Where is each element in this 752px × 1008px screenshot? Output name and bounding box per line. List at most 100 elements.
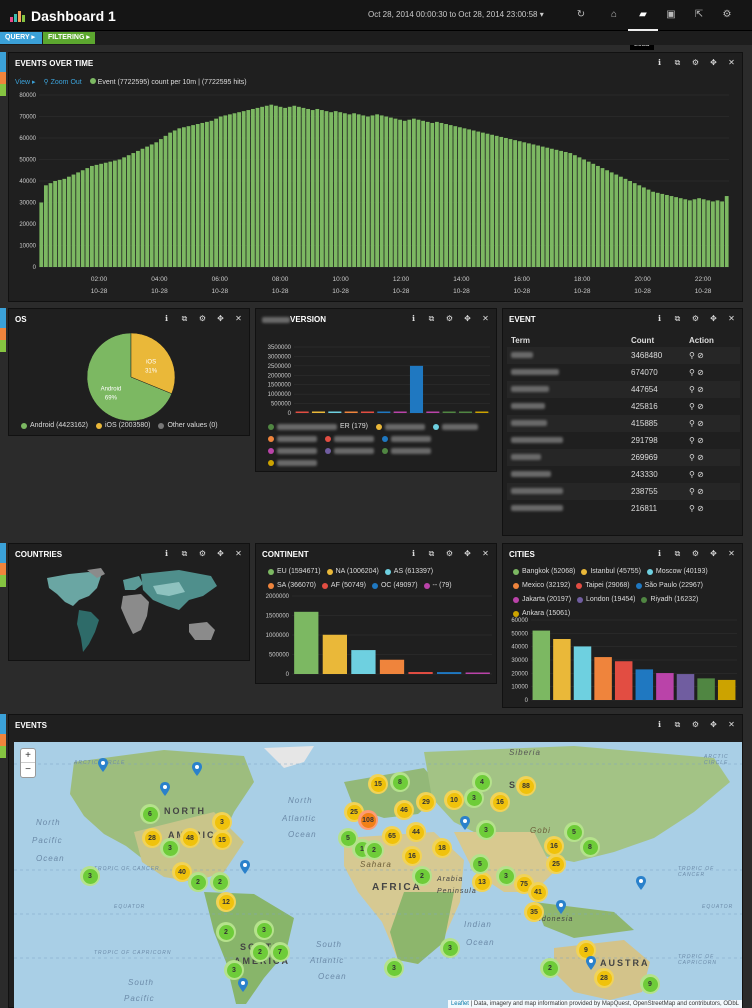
legend-item[interactable]: EU (1594671) <box>268 566 321 578</box>
histogram-bar[interactable] <box>218 116 223 268</box>
bar[interactable] <box>294 611 319 674</box>
map-cluster[interactable]: 3 <box>464 788 484 808</box>
bar[interactable] <box>311 411 326 414</box>
histogram-bar[interactable] <box>292 105 297 267</box>
histogram-bar[interactable] <box>646 189 651 267</box>
close-icon[interactable]: ✕ <box>727 58 736 68</box>
histogram-bar[interactable] <box>228 114 232 267</box>
map-cluster[interactable]: 8 <box>580 837 600 857</box>
histogram-bar[interactable] <box>246 110 251 267</box>
time-range-picker[interactable]: Oct 28, 2014 00:00:30 to Oct 28, 2014 23… <box>368 10 544 19</box>
histogram-bar[interactable] <box>182 127 186 267</box>
map-cluster[interactable]: 2 <box>412 866 432 886</box>
histogram-bar[interactable] <box>200 122 205 267</box>
map-cluster[interactable]: 2 <box>188 872 208 892</box>
events-over-time-chart[interactable]: 80000 70000 60000 50000 40000 30000 20000 10000… <box>9 89 742 299</box>
table-row[interactable]: 447654 ⚲ ⊘ <box>507 381 740 398</box>
move-icon[interactable]: ✥ <box>709 314 718 324</box>
map-cluster[interactable]: 3 <box>476 820 496 840</box>
legend-item[interactable]: iOS (2003580) <box>95 422 150 429</box>
map-cluster[interactable]: 3 <box>160 838 180 858</box>
histogram-bar[interactable] <box>425 121 430 267</box>
histogram-bar[interactable] <box>103 162 108 267</box>
histogram-bar[interactable] <box>651 191 655 267</box>
move-icon[interactable]: ✥ <box>709 549 718 559</box>
ban-icon[interactable]: ⊘ <box>697 453 704 462</box>
row-strip-orange[interactable] <box>0 328 6 340</box>
histogram-bar[interactable] <box>44 185 48 267</box>
brand[interactable]: Dashboard 1 <box>10 6 116 26</box>
map-cluster[interactable]: 3 <box>440 938 460 958</box>
legend-item[interactable] <box>268 460 317 466</box>
legend-item[interactable]: Taipei (29068) <box>576 580 630 592</box>
info-icon[interactable]: ℹ <box>655 58 664 68</box>
magnifier-icon[interactable]: ⚲ <box>689 436 695 445</box>
filtering-pill[interactable]: FILTERING ▸ <box>43 32 95 44</box>
histogram-bar[interactable] <box>448 125 453 267</box>
duplicate-icon[interactable]: ⧉ <box>427 549 436 559</box>
histogram-bar[interactable] <box>94 164 99 267</box>
move-icon[interactable]: ✥ <box>463 314 472 324</box>
histogram-bar[interactable] <box>435 121 439 267</box>
map-cluster[interactable]: 13 <box>472 872 492 892</box>
legend-item[interactable] <box>381 436 431 442</box>
histogram-bar[interactable] <box>62 178 67 267</box>
histogram-bar[interactable] <box>586 161 591 267</box>
map-marker-icon[interactable] <box>556 900 566 914</box>
map-cluster[interactable]: 8 <box>390 772 410 792</box>
histogram-bar[interactable] <box>416 119 421 267</box>
legend-item[interactable]: Riyadh (16232) <box>641 594 698 606</box>
histogram-bar[interactable] <box>251 108 255 267</box>
magnifier-icon[interactable]: ⚲ <box>689 504 695 513</box>
histogram-bar[interactable] <box>398 119 402 267</box>
legend-item[interactable] <box>324 436 374 442</box>
histogram-bar[interactable] <box>324 111 329 267</box>
map-marker-icon[interactable] <box>586 956 596 970</box>
map-cluster[interactable]: 3 <box>224 960 244 980</box>
north-america-shape[interactable] <box>47 572 101 606</box>
histogram-bar[interactable] <box>485 133 490 267</box>
histogram-bar[interactable] <box>522 142 527 267</box>
leaflet-link[interactable]: Leaflet <box>451 1001 469 1007</box>
histogram-bar[interactable] <box>191 125 195 267</box>
ban-icon[interactable]: ⊘ <box>697 487 704 496</box>
histogram-bar[interactable] <box>724 196 729 267</box>
table-row[interactable]: 269969 ⚲ ⊘ <box>507 449 740 466</box>
zoom-in-button[interactable]: + <box>21 749 35 763</box>
map-marker-icon[interactable] <box>636 876 646 890</box>
histogram-bar[interactable] <box>458 127 462 267</box>
legend-item[interactable]: AS (613397) <box>384 566 433 578</box>
close-icon[interactable]: ✕ <box>727 720 736 730</box>
histogram-bar[interactable] <box>269 104 274 267</box>
bar[interactable] <box>377 411 391 414</box>
bar[interactable] <box>442 411 456 414</box>
histogram-bar[interactable] <box>439 122 444 267</box>
histogram-bar[interactable] <box>356 114 361 267</box>
bar[interactable] <box>437 672 462 674</box>
legend-item[interactable] <box>432 424 478 430</box>
bar[interactable] <box>553 638 571 700</box>
histogram-bar[interactable] <box>688 200 692 267</box>
histogram-bar[interactable] <box>361 115 366 267</box>
os-pie-chart[interactable]: Android 69% iOS 31% <box>83 329 179 425</box>
histogram-bar[interactable] <box>71 174 76 267</box>
map-cluster[interactable]: 5 <box>470 854 490 874</box>
gear-icon[interactable]: ⚙ <box>691 58 700 68</box>
gear-icon[interactable]: ⚙ <box>445 314 454 324</box>
map-cluster[interactable]: 35 <box>524 902 544 922</box>
histogram-bar[interactable] <box>591 163 596 267</box>
legend-item[interactable]: SA (366070) <box>268 580 316 592</box>
table-row[interactable]: 674070 ⚲ ⊘ <box>507 364 740 381</box>
gear-icon[interactable]: ⚙ <box>691 720 700 730</box>
map-cluster[interactable]: 2 <box>216 922 236 942</box>
bar[interactable] <box>614 661 633 700</box>
histogram-bar[interactable] <box>163 135 168 267</box>
histogram-bar[interactable] <box>536 145 540 267</box>
legend-item[interactable]: ER (179) <box>268 421 368 433</box>
map-marker-icon[interactable] <box>240 860 250 874</box>
info-icon[interactable]: ℹ <box>409 314 418 324</box>
histogram-bar[interactable] <box>715 200 720 267</box>
histogram-bar[interactable] <box>481 132 485 267</box>
gear-icon[interactable]: ⚙ <box>691 314 700 324</box>
table-row[interactable]: 238755 ⚲ ⊘ <box>507 483 740 500</box>
